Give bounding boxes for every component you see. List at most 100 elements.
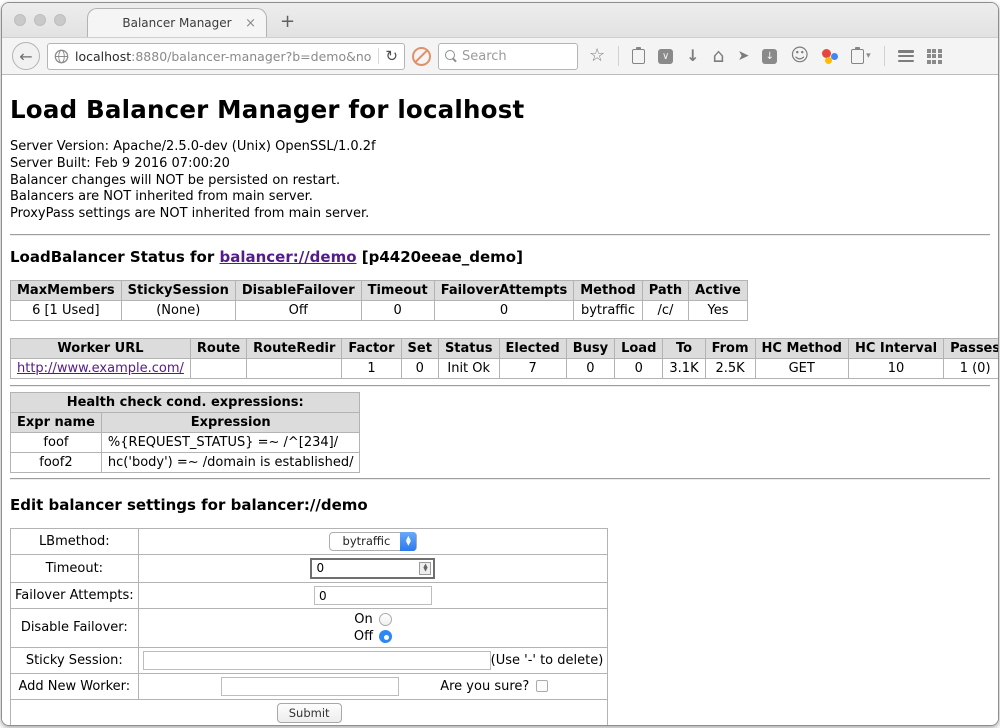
timeout-value: 0 (316, 561, 419, 575)
col-worker-url: Worker URL (11, 338, 191, 358)
bookmark-star-icon[interactable]: ☆ (589, 47, 605, 65)
col-factor: Factor (342, 338, 401, 358)
section-divider (10, 385, 990, 387)
search-icon (445, 50, 457, 62)
are-you-sure-checkbox[interactable] (536, 680, 548, 692)
colored-dots-extension-icon[interactable] (822, 48, 838, 64)
cell-active: Yes (689, 300, 748, 320)
col-timeout: Timeout (361, 280, 434, 300)
menu-hamburger-icon[interactable] (898, 50, 914, 62)
form-row-failover: Failover Attempts: 0 (11, 582, 608, 608)
add-worker-input[interactable] (221, 677, 399, 696)
home-icon[interactable]: ⌂ (713, 47, 725, 66)
cell-failoverattempts: 0 (434, 300, 574, 320)
search-bar[interactable]: Search (438, 43, 578, 70)
server-info: Server Version: Apache/2.5.0-dev (Unix) … (10, 139, 990, 223)
cell-stickysession: (None) (121, 300, 235, 320)
col-elected: Elected (499, 338, 566, 358)
cell-route (190, 358, 246, 378)
clipboard-icon[interactable] (632, 49, 645, 64)
timeout-input[interactable]: 0 ▲▼ (310, 558, 435, 579)
url-path: :8880/balancer-manager?b=demo&nonce=decc… (131, 49, 372, 64)
sticky-session-hint: (Use '-' to delete) (491, 653, 604, 668)
form-row-disable-failover: Disable Failover: On Off (11, 608, 608, 647)
balancer-demo-link[interactable]: balancer://demo (219, 248, 356, 266)
cell-from: 2.5K (705, 358, 755, 378)
back-button[interactable]: ← (12, 42, 40, 70)
col-to: To (663, 338, 705, 358)
worker-table: Worker URL Route RouteRedir Factor Set S… (10, 338, 998, 379)
cell-hc-interval: 10 (848, 358, 943, 378)
downloads-icon[interactable]: ↓ (686, 48, 699, 64)
tab-close-icon[interactable]: × (245, 16, 256, 31)
cell-passes: 1 (0) (944, 358, 998, 378)
zoom-window-button[interactable] (54, 14, 66, 26)
add-worker-label: Add New Worker: (11, 673, 139, 699)
cell-routeredir (247, 358, 342, 378)
cell-path: /c/ (642, 300, 688, 320)
disable-failover-off-radio[interactable] (379, 630, 392, 643)
col-load: Load (615, 338, 663, 358)
cell-method: bytraffic (574, 300, 642, 320)
col-set: Set (401, 338, 438, 358)
grid-extension-icon[interactable] (927, 49, 942, 64)
lbmethod-label: LBmethod: (11, 528, 139, 554)
clipboard-glyph-icon (851, 49, 864, 64)
failover-attempts-input[interactable]: 0 (314, 586, 432, 605)
cell-elected: 7 (499, 358, 566, 378)
url-host: localhost (75, 49, 131, 64)
content-blocked-icon[interactable] (412, 47, 431, 66)
disable-failover-on-radio[interactable] (379, 613, 392, 626)
pocket-icon[interactable]: ∨ (658, 49, 673, 64)
edit-balancer-heading: Edit balancer settings for balancer://de… (10, 496, 990, 514)
table-header-row: MaxMembers StickySession DisableFailover… (11, 280, 748, 300)
tab-balancer-manager[interactable]: Balancer Manager × (87, 8, 267, 37)
traffic-lights (14, 14, 66, 26)
minimize-window-button[interactable] (34, 14, 46, 26)
reload-icon[interactable]: ↻ (385, 49, 398, 64)
col-expr-name: Expr name (11, 412, 102, 432)
section-divider (10, 478, 990, 480)
col-hc-interval: HC Interval (848, 338, 943, 358)
sticky-session-input[interactable] (143, 651, 491, 670)
panel-download-icon[interactable]: ↓ (762, 49, 777, 64)
url-text[interactable]: localhost:8880/balancer-manager?b=demo&n… (75, 49, 372, 64)
page-content: Load Balancer Manager for localhost Serv… (2, 75, 998, 725)
health-check-title: Health check cond. expressions: (11, 392, 360, 412)
close-window-button[interactable] (14, 14, 26, 26)
timeout-label: Timeout: (11, 554, 139, 582)
failover-attempts-label: Failover Attempts: (11, 582, 139, 608)
col-passes: Passes (944, 338, 998, 358)
search-placeholder: Search (462, 49, 507, 64)
col-path: Path (642, 280, 688, 300)
col-disablefailover: DisableFailover (235, 280, 361, 300)
submit-button[interactable]: Submit (277, 703, 342, 723)
table-header-row: Expr name Expression (11, 412, 360, 432)
table-row: foof2 hc('body') =~ /domain is establish… (11, 452, 360, 472)
col-hc-method: HC Method (755, 338, 848, 358)
lbmethod-select[interactable]: bytraffic ▲▼ (329, 532, 418, 551)
form-row-timeout: Timeout: 0 ▲▼ (11, 554, 608, 582)
worker-url-link[interactable]: http://www.example.com/ (17, 361, 184, 376)
toolbar-icons: ☆ ∨ ↓ ⌂ ➤ ↓ ☺ ▾ (589, 46, 942, 66)
tab-bar: Balancer Manager × + (2, 3, 998, 37)
table-header-row: Worker URL Route RouteRedir Factor Set S… (11, 338, 999, 358)
send-plane-icon[interactable]: ➤ (738, 49, 750, 63)
cell-to: 3.1K (663, 358, 705, 378)
number-spinner-icon[interactable]: ▲▼ (419, 562, 431, 575)
url-bar[interactable]: localhost:8880/balancer-manager?b=demo&n… (47, 43, 405, 70)
cell-expr-name: foof2 (11, 452, 102, 472)
page-title: Load Balancer Manager for localhost (10, 95, 990, 124)
col-active: Active (689, 280, 748, 300)
clipboard-panel-icon[interactable]: ▾ (851, 49, 871, 64)
smiley-feedback-icon[interactable]: ☺ (790, 47, 809, 65)
browser-window: Balancer Manager × + ← localhost:8880/ba… (1, 2, 999, 726)
new-tab-button[interactable]: + (280, 13, 295, 31)
col-method: Method (574, 280, 642, 300)
toolbar-separator (884, 46, 885, 66)
inherit-note-line: Balancers are NOT inherited from main se… (10, 189, 990, 206)
table-row: http://www.example.com/ 1 0 Init Ok 7 0 … (11, 358, 999, 378)
cell-expr-name: foof (11, 432, 102, 452)
select-stepper-icon: ▲▼ (400, 532, 416, 551)
table-row: foof %{REQUEST_STATUS} =~ /^[234]/ (11, 432, 360, 452)
